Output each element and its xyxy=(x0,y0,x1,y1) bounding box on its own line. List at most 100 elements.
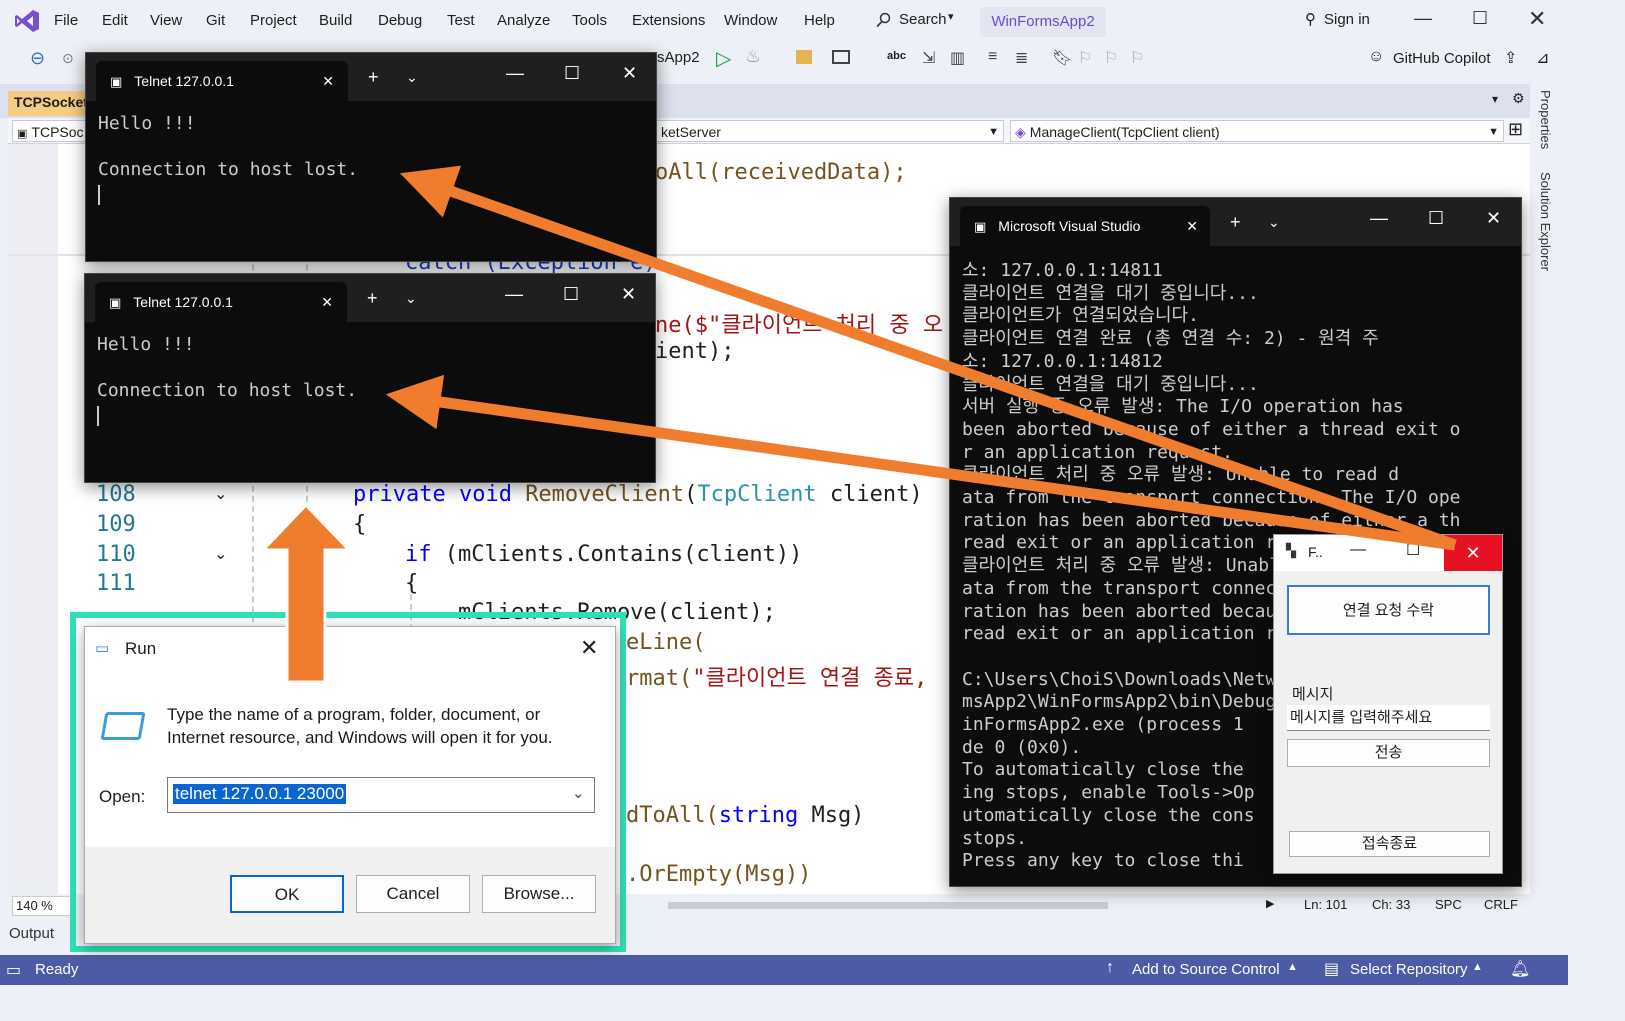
add-to-source-control[interactable]: Add to Source Control xyxy=(1132,961,1280,978)
tab-dropdown-icon[interactable]: ▾ xyxy=(1492,92,1498,106)
new-tab-icon[interactable]: + xyxy=(1230,212,1241,233)
minimize-icon[interactable]: — xyxy=(505,284,523,305)
bookmark-next-icon[interactable]: ⚐ xyxy=(1104,48,1118,68)
console-tab[interactable]: ▣ Microsoft Visual Studio ✕ xyxy=(960,206,1210,246)
new-tab-icon[interactable]: + xyxy=(368,67,379,88)
close-tab-icon[interactable]: ✕ xyxy=(322,61,334,101)
pointer-icon[interactable]: ⇲ xyxy=(922,48,935,68)
columns-icon[interactable]: ▥ xyxy=(950,48,965,68)
document-tab-active[interactable]: TCPSocket xyxy=(8,91,88,116)
code-token: RemoveClient xyxy=(525,482,685,507)
winforms-window[interactable]: ▚ F.. — ☐ ✕ 연결 요청 수락 메시지 메시지를 입력해주세요 전송 … xyxy=(1273,534,1503,874)
chevron-down-icon[interactable]: ⌄ xyxy=(572,784,585,802)
menu-analyze[interactable]: Analyze xyxy=(497,12,550,29)
zoom-dropdown[interactable]: 140 % xyxy=(12,896,71,916)
hot-reload-icon[interactable]: ♨ xyxy=(745,46,761,67)
spellcheck-icon[interactable]: abc xyxy=(887,50,906,62)
new-tab-icon[interactable]: + xyxy=(367,288,378,309)
close-icon[interactable]: ✕ xyxy=(1486,208,1501,229)
menu-tools[interactable]: Tools xyxy=(572,12,607,29)
telnet-tab[interactable]: ▣ Telnet 127.0.0.1 ✕ xyxy=(96,61,348,101)
notification-bell-icon[interactable]: 🔔︎ xyxy=(1510,959,1530,979)
collapse-icon[interactable]: ⌄ xyxy=(214,484,227,504)
select-repository[interactable]: Select Repository xyxy=(1350,961,1468,978)
cancel-button[interactable]: Cancel xyxy=(356,875,470,913)
maximize-icon[interactable]: ☐ xyxy=(563,284,579,305)
horizontal-scrollbar[interactable] xyxy=(668,902,1108,909)
search-box[interactable]: Search ▾ xyxy=(866,6,966,36)
copilot-label[interactable]: GitHub Copilot xyxy=(1393,50,1491,67)
send-button[interactable]: 전송 xyxy=(1287,739,1490,767)
feedback-icon[interactable]: ⊿ xyxy=(1536,48,1549,68)
outdent-icon[interactable]: ≣ xyxy=(1015,48,1028,68)
message-input[interactable]: 메시지를 입력해주세요 xyxy=(1287,705,1490,731)
close-icon[interactable]: ✕ xyxy=(1444,535,1502,571)
share-icon[interactable]: ⇪ xyxy=(1504,48,1517,68)
close-icon[interactable]: ✕ xyxy=(621,284,636,305)
folder-icon[interactable] xyxy=(796,50,812,64)
accept-connection-button[interactable]: 연결 요청 수락 xyxy=(1287,585,1490,635)
chevron-down-icon[interactable]: ⌄ xyxy=(405,290,417,307)
bookmark-clear-icon[interactable]: ⚐ xyxy=(1130,48,1144,68)
open-input-value[interactable]: telnet 127.0.0.1 23000 xyxy=(173,784,347,804)
line-indicator[interactable]: Ln: 101 xyxy=(1304,897,1347,912)
close-icon[interactable]: ✕ xyxy=(580,635,598,661)
back-nav-icon[interactable]: ⊖ xyxy=(30,48,45,69)
column-indicator[interactable]: Ch: 33 xyxy=(1372,897,1410,912)
split-editor-icon[interactable]: ⊞ xyxy=(1508,119,1523,140)
menu-debug[interactable]: Debug xyxy=(378,12,422,29)
line-ending-indicator[interactable]: CRLF xyxy=(1484,897,1518,912)
close-tab-icon[interactable]: ✕ xyxy=(1186,206,1198,246)
close-tab-icon[interactable]: ✕ xyxy=(321,282,333,322)
scroll-right-icon[interactable]: ▶ xyxy=(1266,897,1274,910)
menu-view[interactable]: View xyxy=(150,12,182,29)
window-icon[interactable] xyxy=(832,50,850,64)
minimize-icon[interactable]: — xyxy=(1370,208,1388,229)
disconnect-button[interactable]: 접속종료 xyxy=(1289,831,1490,857)
copilot-icon[interactable]: ☺ xyxy=(1368,48,1384,66)
bookmark-icon[interactable]: 🔖︎ xyxy=(1052,48,1072,68)
project-nav-dropdown[interactable]: ▣ TCPSoc xyxy=(12,120,86,142)
menu-edit[interactable]: Edit xyxy=(102,12,128,29)
collapse-icon[interactable]: ⌄ xyxy=(214,544,227,564)
properties-tab[interactable]: Properties xyxy=(1538,90,1553,149)
settings-gear-icon[interactable]: ⚙ xyxy=(1512,90,1525,107)
minimize-icon[interactable]: — xyxy=(506,63,524,84)
maximize-icon[interactable]: ☐ xyxy=(564,63,580,84)
chevron-down-icon[interactable]: ⌄ xyxy=(1268,214,1280,231)
menu-extensions[interactable]: Extensions xyxy=(632,12,705,29)
bookmark-prev-icon[interactable]: ⚐ xyxy=(1078,48,1092,68)
telnet-tab[interactable]: ▣ Telnet 127.0.0.1 ✕ xyxy=(95,282,347,322)
member-nav-dropdown[interactable]: ◈ ManageClient(TcpClient client) ▼ xyxy=(1010,120,1504,142)
maximize-icon[interactable]: ☐ xyxy=(1472,8,1488,29)
startup-project-dropdown[interactable]: sApp2 xyxy=(657,49,700,66)
open-combobox[interactable]: telnet 127.0.0.1 23000 ⌄ xyxy=(167,777,595,813)
forward-nav-icon[interactable]: ⊙ xyxy=(62,50,74,67)
minimize-icon[interactable]: — xyxy=(1350,541,1366,559)
menu-project[interactable]: Project xyxy=(250,12,297,29)
type-nav-dropdown[interactable]: ketServer ▼ xyxy=(656,120,1004,142)
telnet-window-1[interactable]: ▣ Telnet 127.0.0.1 ✕ + ⌄ — ☐ ✕ Hello !!! … xyxy=(85,52,657,262)
console-line: 클라이언트가 연결되었습니다. xyxy=(962,305,1199,327)
menu-window[interactable]: Window xyxy=(724,12,777,29)
menu-build[interactable]: Build xyxy=(319,12,352,29)
solution-explorer-tab[interactable]: Solution Explorer xyxy=(1538,172,1553,271)
start-debug-icon[interactable]: ▷ xyxy=(716,46,731,71)
minimize-icon[interactable]: — xyxy=(1414,8,1432,29)
menu-file[interactable]: File xyxy=(54,12,78,29)
menu-help[interactable]: Help xyxy=(804,12,835,29)
run-dialog[interactable]: ▭ Run ✕ Type the name of a program, fold… xyxy=(84,626,616,944)
telnet-window-2[interactable]: ▣ Telnet 127.0.0.1 ✕ + ⌄ — ☐ ✕ Hello !!! … xyxy=(84,273,656,483)
maximize-icon[interactable]: ☐ xyxy=(1428,208,1444,229)
whitespace-indicator[interactable]: SPC xyxy=(1435,897,1462,912)
close-icon[interactable]: ✕ xyxy=(1528,6,1546,32)
indent-icon[interactable]: ≡ xyxy=(988,48,997,66)
ok-button[interactable]: OK xyxy=(230,875,344,913)
sign-in-link[interactable]: ⚲ Sign in xyxy=(1305,10,1370,28)
chevron-down-icon[interactable]: ⌄ xyxy=(406,69,418,86)
browse-button[interactable]: Browse... xyxy=(482,875,596,913)
close-icon[interactable]: ✕ xyxy=(622,63,637,84)
menu-test[interactable]: Test xyxy=(447,12,475,29)
menu-git[interactable]: Git xyxy=(206,12,225,29)
maximize-icon[interactable]: ☐ xyxy=(1406,540,1420,560)
